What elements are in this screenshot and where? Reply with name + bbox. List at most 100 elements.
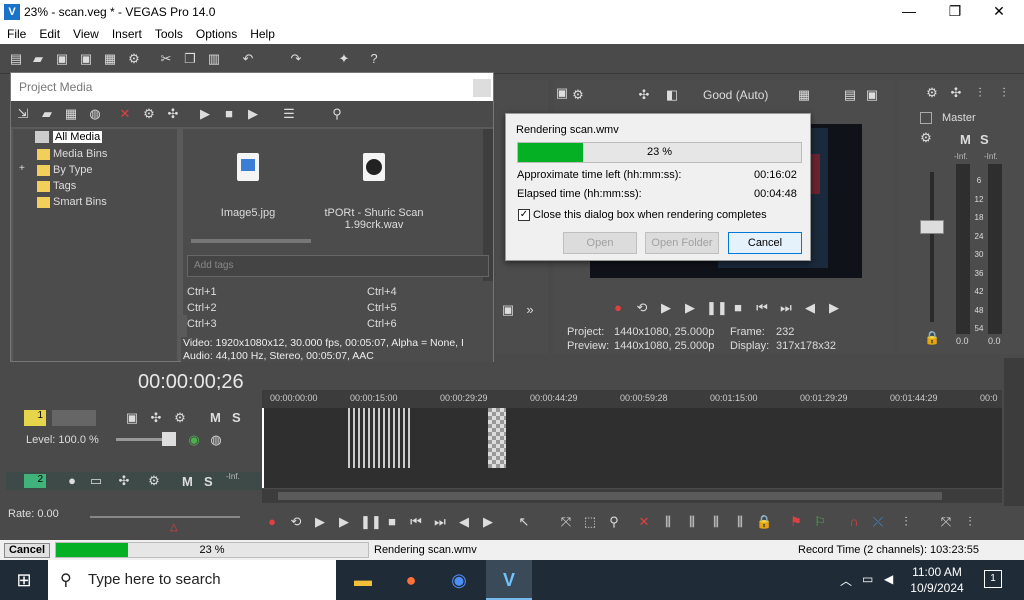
play-icon[interactable]: ▶	[682, 300, 698, 316]
open-icon[interactable]: ▰	[30, 51, 46, 67]
tree-item-all-media[interactable]: All Media	[53, 131, 103, 143]
tree-item-media-bins[interactable]: Media Bins	[53, 148, 107, 160]
auto-crossfade-icon[interactable]: ⤬	[870, 514, 886, 530]
grid-icon[interactable]: ▦	[796, 87, 812, 103]
chrome-icon[interactable]: ◉	[436, 560, 482, 600]
notifications-icon[interactable]: 1	[984, 570, 1002, 588]
taskbar-search-box[interactable]: ⚲ Type here to search	[48, 560, 336, 600]
track-1-fx-icon[interactable]: ✣	[148, 410, 164, 426]
import-media-icon[interactable]: ⇲	[15, 106, 31, 122]
auto-preview-icon[interactable]: ▶	[245, 106, 261, 122]
dock-more-icon[interactable]: »	[522, 302, 538, 318]
go-to-start-icon[interactable]: ⏮	[408, 514, 424, 530]
audio-clip-events[interactable]	[348, 408, 410, 468]
menu-tools[interactable]: Tools	[148, 24, 189, 41]
track-1-level-handle[interactable]	[162, 432, 176, 446]
dock-options-icon[interactable]: ▣	[500, 302, 516, 318]
image-file-icon[interactable]	[237, 153, 259, 181]
copy-icon[interactable]: ❐	[182, 51, 198, 67]
web-icon[interactable]: ◍	[87, 106, 103, 122]
preview-icon[interactable]: ▣	[554, 85, 570, 101]
menu-edit[interactable]: Edit	[32, 24, 66, 41]
file-explorer-icon[interactable]: ▬	[340, 560, 386, 600]
lock-icon[interactable]: 🔒	[756, 514, 772, 530]
go-to-end-icon[interactable]: ⏭	[778, 300, 794, 316]
event-fx-icon[interactable]: ⤧	[938, 514, 954, 530]
menu-view[interactable]: View	[66, 24, 105, 41]
overlays-icon[interactable]: ◧	[664, 87, 680, 103]
track-2-invert-icon[interactable]: ▭	[88, 473, 104, 489]
timeline-hscroll-thumb[interactable]	[278, 492, 942, 500]
status-cancel-button[interactable]: Cancel	[4, 543, 50, 558]
track-2-settings-icon[interactable]: ⚙	[146, 473, 162, 489]
remove-icon[interactable]: ✕	[117, 106, 133, 122]
new-icon[interactable]: ▤	[8, 51, 24, 67]
tree-item-by-type[interactable]: By Type	[53, 164, 93, 176]
file-name-image5[interactable]: Image5.jpg	[183, 207, 313, 219]
plugin-icon[interactable]: ✦	[336, 51, 352, 67]
zoom-tool-icon[interactable]: ⚲	[606, 514, 622, 530]
marker-icon[interactable]: ⚑	[788, 514, 804, 530]
help-icon[interactable]: ?	[366, 51, 382, 67]
maximize-button[interactable]: ❐	[932, 0, 978, 24]
go-to-end-icon[interactable]: ⏭	[432, 514, 448, 530]
volume-icon[interactable]: ◀	[884, 572, 893, 586]
timeline-hscrollbar[interactable]	[262, 489, 1002, 503]
track-2-fx-icon[interactable]: ✣	[116, 473, 132, 489]
save-icon[interactable]: ▣	[54, 51, 70, 67]
track-1-motion-icon[interactable]: ▣	[124, 410, 140, 426]
record-icon[interactable]: ●	[610, 300, 626, 316]
track-2-mute-button[interactable]: M	[182, 474, 193, 489]
close-when-done-checkbox[interactable]: ✓	[518, 209, 530, 221]
start-button[interactable]: ⊞	[0, 560, 48, 600]
get-media-icon[interactable]: ▦	[63, 106, 79, 122]
timeline-vscrollbar[interactable]	[1004, 358, 1024, 508]
track-1-parent-icon[interactable]: ◍	[208, 432, 224, 448]
menu-help[interactable]: Help	[243, 24, 281, 41]
normal-edit-tool-icon[interactable]: ↖	[516, 514, 532, 530]
close-button[interactable]: ✕	[976, 0, 1022, 24]
menu-insert[interactable]: Insert	[105, 24, 148, 41]
delete-icon[interactable]: ✕	[636, 514, 652, 530]
copy-snapshot-icon[interactable]: ▤	[842, 87, 858, 103]
playhead[interactable]	[262, 408, 264, 488]
trim-icon[interactable]: ⫼	[660, 514, 676, 530]
ripple-edit-icon[interactable]: ⫶	[898, 514, 914, 530]
preview-settings-icon[interactable]: ⚙	[570, 87, 586, 103]
play-icon[interactable]: ▶	[336, 514, 352, 530]
next-frame-icon[interactable]: ▶	[826, 300, 842, 316]
lock-icon[interactable]: 🔒	[924, 330, 940, 346]
capture-icon[interactable]: ▰	[39, 106, 55, 122]
play-from-start-icon[interactable]: ▶	[658, 300, 674, 316]
vegas-icon[interactable]: V	[486, 560, 532, 600]
prev-frame-icon[interactable]: ◀	[802, 300, 818, 316]
cancel-render-button[interactable]: Cancel	[728, 232, 802, 254]
track-1-solo-button[interactable]: S	[232, 410, 241, 425]
timeline-ruler[interactable]: 00:00:00:00 00:00:15:00 00:00:29:29 00:0…	[262, 390, 1002, 408]
pause-icon[interactable]: ❚❚	[360, 514, 382, 530]
master-fx-chain-icon[interactable]: ⚙	[918, 130, 934, 146]
master-levels-icon[interactable]: ⫶	[972, 85, 988, 101]
stop-icon[interactable]: ■	[384, 514, 400, 530]
master-fx-icon[interactable]: ✣	[948, 85, 964, 101]
open-button[interactable]: Open	[563, 232, 637, 254]
timeline-area[interactable]	[262, 408, 1002, 488]
expand-icon[interactable]: +	[19, 163, 25, 174]
play-icon[interactable]: ▶	[197, 106, 213, 122]
close-when-done-label[interactable]: Close this dialog box when rendering com…	[533, 209, 767, 221]
track-1-mute-button[interactable]: M	[210, 410, 221, 425]
envelope-tool-icon[interactable]: ⤧	[558, 514, 574, 530]
track-1-name[interactable]	[52, 410, 96, 426]
split-screen-icon[interactable]: ✣	[636, 87, 652, 103]
render-icon[interactable]: ▦	[102, 51, 118, 67]
next-frame-icon[interactable]: ▶	[480, 514, 496, 530]
cut-icon[interactable]: ✂	[158, 51, 174, 67]
record-icon[interactable]: ●	[264, 514, 280, 530]
master-fader-handle[interactable]	[920, 220, 944, 234]
master-more-icon[interactable]: ⫶	[996, 85, 1012, 101]
selection-tool-icon[interactable]: ⬚	[582, 514, 598, 530]
tree-item-smart-bins[interactable]: Smart Bins	[53, 196, 107, 208]
loop-playback-icon[interactable]: ⟲	[288, 514, 304, 530]
stop-icon[interactable]: ■	[221, 106, 237, 122]
media-properties-icon[interactable]: ⚙	[141, 106, 157, 122]
